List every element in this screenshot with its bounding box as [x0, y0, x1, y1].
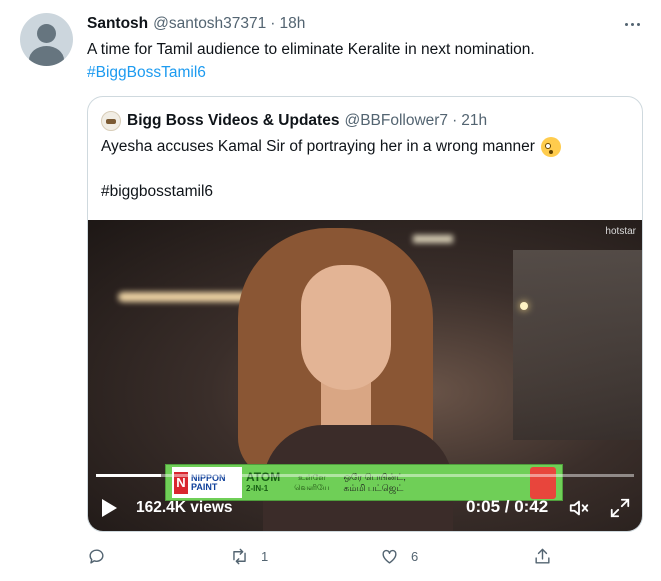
ad-tamil-line: கம்மி பட்ஜெட்: [343, 482, 404, 493]
video-progress-fill: [96, 474, 161, 477]
video-time: 0:05 / 0:42: [466, 497, 549, 516]
like-button[interactable]: 6: [380, 544, 418, 568]
fullscreen-icon[interactable]: [609, 497, 631, 519]
reply-icon: [89, 548, 104, 564]
like-icon: [382, 549, 397, 564]
quoted-tweet[interactable]: Bigg Boss Videos & Updates @BBFollower7 …: [87, 96, 643, 532]
ad-product-sub: 2-IN-1: [246, 483, 269, 493]
volume-icon[interactable]: [568, 497, 590, 519]
retweet-icon: [233, 548, 246, 564]
quoted-author-name[interactable]: Bigg Boss Videos & Updates: [127, 112, 339, 130]
video-controls: 162.4K views 0:05 / 0:42: [88, 495, 642, 525]
quoted-tweet-body: Ayesha accuses Kamal Sir of portraying h…: [101, 138, 535, 155]
quoted-tweet-time[interactable]: 21h: [461, 112, 487, 130]
tweet-text: A time for Tamil audience to eliminate K…: [87, 38, 647, 84]
avatar[interactable]: [20, 13, 73, 66]
share-button[interactable]: [533, 544, 552, 568]
video-progress-bar[interactable]: [96, 474, 634, 477]
play-icon[interactable]: [102, 499, 117, 517]
tweet: Santosh @santosh37371 · 18h A time for T…: [0, 0, 661, 581]
tweet-body: A time for Tamil audience to eliminate K…: [87, 41, 535, 58]
ad-brand-line: PAINT: [191, 481, 218, 492]
avatar-head-shape: [37, 24, 56, 43]
quoted-tweet-header: Bigg Boss Videos & Updates @BBFollower7 …: [101, 110, 487, 132]
retweet-count: 1: [261, 548, 269, 564]
quoted-avatar[interactable]: [101, 111, 121, 131]
reply-button[interactable]: [87, 544, 106, 568]
background-light: [413, 235, 453, 243]
hashtag-link[interactable]: #BiggBossTamil6: [87, 61, 647, 84]
share-icon: [535, 548, 550, 564]
quoted-author-handle[interactable]: @BBFollower7: [344, 112, 448, 130]
author-name[interactable]: Santosh: [87, 15, 148, 33]
retweet-button[interactable]: 1: [230, 544, 268, 568]
video-player[interactable]: hotstar N NIPPON PAINT ATOM 2-IN-1 உள்ளே…: [88, 220, 642, 531]
quoted-tweet-text: Ayesha accuses Kamal Sir of portraying h…: [101, 136, 561, 158]
tweet-time[interactable]: 18h: [279, 15, 305, 33]
avatar-body-shape: [29, 46, 64, 66]
separator-dot: ·: [452, 112, 458, 129]
ad-tamil-line: வெளியே: [294, 482, 330, 492]
tweet-header: Santosh @santosh37371 · 18h: [87, 13, 305, 35]
view-count: 162.4K views: [136, 499, 233, 516]
quoted-hashtag: #biggbosstamil6: [101, 183, 214, 200]
more-options-icon[interactable]: [620, 14, 644, 34]
tweet-actions: 1 6: [87, 544, 557, 568]
flushed-face-emoji-icon: [540, 137, 561, 157]
background-wall: [513, 250, 642, 440]
like-count: 6: [411, 548, 419, 564]
separator-dot: ·: [270, 15, 276, 32]
author-handle[interactable]: @santosh37371: [153, 15, 266, 33]
background-lamp: [520, 302, 528, 310]
watermark: hotstar: [605, 226, 636, 237]
ad-brand-logo: N NIPPON PAINT: [172, 467, 242, 498]
paint-can-icon: [530, 466, 556, 499]
person-face: [301, 265, 391, 390]
